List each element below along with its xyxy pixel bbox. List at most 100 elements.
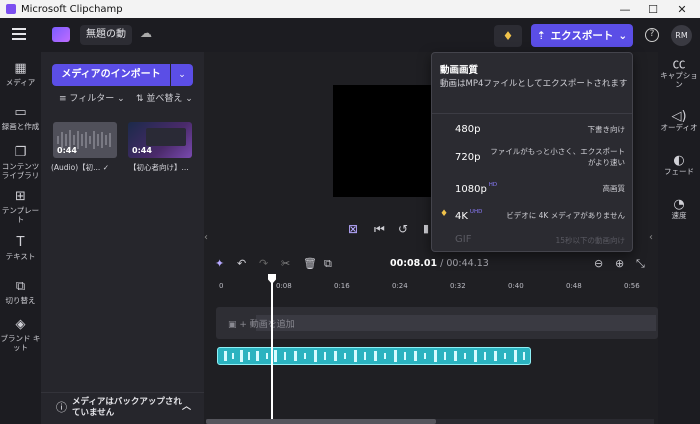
option-480p[interactable]: 480p 下書き向け xyxy=(432,118,632,142)
duration-label: 0:44 xyxy=(132,146,152,155)
rail-label: 切り替え xyxy=(5,296,36,305)
undo-icon[interactable]: ↶ xyxy=(237,257,246,270)
rail-label: 録画と作成 xyxy=(1,122,40,131)
rail-label: フェード xyxy=(664,167,694,176)
option-label: 480p xyxy=(455,124,481,135)
project-name-field[interactable]: 無題の動 xyxy=(80,25,132,45)
tick-label: 0:16 xyxy=(334,282,350,290)
backup-notice[interactable]: ⓘ メディアはバックアップされていません ︿ xyxy=(41,392,204,424)
title-bar: Microsoft Clipchamp — ☐ ✕ xyxy=(0,0,700,18)
rail-item-templates[interactable]: ⊞ テンプレート xyxy=(0,190,41,225)
split-icon[interactable]: ⧉ xyxy=(324,257,332,271)
skip-back-icon[interactable]: ⏮ xyxy=(374,222,385,237)
collapse-right-icon[interactable]: ‹ xyxy=(649,232,653,243)
close-button[interactable]: ✕ xyxy=(667,0,697,18)
rail-label: メディア xyxy=(5,78,36,87)
tick-label: 0:56 xyxy=(624,282,640,290)
rail-item-audio[interactable]: ◁) オーディオ xyxy=(658,110,700,132)
timeline-scrollbar[interactable] xyxy=(206,419,654,424)
info-icon: ⓘ xyxy=(56,401,67,414)
timeline-toolbar: ✦ ↶ ↷ ✂ 🗑 ⧉ 00:08.01 / 00:44.13 ⊖ ⊕ ⤡ xyxy=(204,252,658,276)
help-icon[interactable]: ? xyxy=(645,28,659,42)
time-ruler[interactable]: 0 0:08 0:16 0:24 0:32 0:40 0:48 0:56 xyxy=(214,282,658,296)
filter-label: フィルター xyxy=(69,94,115,104)
add-media-hint[interactable]: ▣ + 動画を追加 xyxy=(228,317,295,330)
rail-item-text[interactable]: T テキスト xyxy=(0,236,41,262)
option-desc: 下書き向け xyxy=(587,125,626,134)
option-label: 1080p HD xyxy=(455,182,497,195)
upload-icon: ⇡ xyxy=(536,29,546,42)
option-desc: 高画質 xyxy=(602,184,626,193)
rail-item-speed[interactable]: ◔ 速度 xyxy=(658,197,700,220)
rail-label: オーディオ xyxy=(660,123,698,132)
rail-item-record[interactable]: ▭ 録画と作成 xyxy=(0,106,41,132)
total-time: 00:44.13 xyxy=(446,258,489,269)
rewind-icon[interactable]: ↺ xyxy=(398,222,408,236)
chevron-down-icon: ⌄ xyxy=(185,94,193,104)
filter-icon: ≡ xyxy=(59,94,70,104)
play-icon[interactable]: ▮ xyxy=(423,222,429,235)
caption-text: (Audio)【初... xyxy=(51,163,101,172)
sort-button[interactable]: ⇅ 並べ替え ⌄ xyxy=(136,94,193,105)
media-thumbnail-audio[interactable]: 0:44 xyxy=(53,122,117,158)
option-label: 4K UHD xyxy=(455,209,482,222)
playhead[interactable] xyxy=(271,278,273,424)
media-icon: ▦ xyxy=(14,61,27,76)
rail-item-brand-kit[interactable]: ◈ ブランド キット xyxy=(0,318,41,353)
cloud-off-icon[interactable]: ☁ xyxy=(140,26,152,40)
uhd-badge: UHD xyxy=(469,209,483,215)
avatar[interactable]: RM xyxy=(671,25,692,46)
magic-icon[interactable]: ✦ xyxy=(215,257,224,270)
current-time: 00:08.01 xyxy=(390,258,438,269)
zoom-in-icon[interactable]: ⊕ xyxy=(615,257,624,270)
fit-icon[interactable]: ⤡ xyxy=(636,257,645,271)
video-track[interactable]: ▣ + 動画を追加 xyxy=(216,307,658,339)
fade-icon: ◐ xyxy=(673,153,685,168)
rail-item-fade[interactable]: ◐ フェード xyxy=(658,153,700,176)
video-preview[interactable] xyxy=(333,85,433,197)
maximize-button[interactable]: ☐ xyxy=(638,0,668,18)
option-1080p[interactable]: 1080p HD 高画質 xyxy=(432,177,632,201)
minimize-button[interactable]: — xyxy=(610,0,640,18)
rail-item-captions[interactable]: ㏄キャプション xyxy=(658,58,700,89)
rail-item-content-library[interactable]: ❐ コンテンツライブラリ xyxy=(0,145,41,181)
rail-item-transitions[interactable]: ⧉ 切り替え xyxy=(0,280,41,306)
redo-icon[interactable]: ↷ xyxy=(259,257,268,270)
scrollbar-thumb[interactable] xyxy=(206,419,436,424)
scissors-icon[interactable]: ✂ xyxy=(281,257,290,270)
option-720p[interactable]: 720p ファイルがもっと小さく、エクスポートがより速い xyxy=(432,145,632,169)
collapse-left-icon[interactable]: ‹ xyxy=(204,232,208,243)
rail-label: コンテンツライブラリ xyxy=(1,162,40,180)
export-button[interactable]: ⇡ エクスポート ⌄ xyxy=(531,24,633,47)
audio-waveform-graphic xyxy=(224,350,525,362)
magic-icon[interactable]: ⊠ xyxy=(348,222,358,236)
popup-title: 動画画質 xyxy=(440,65,479,76)
sort-label: 並べ替え xyxy=(146,94,183,104)
media-caption: 【初心者向け】... xyxy=(129,163,189,172)
menu-icon[interactable] xyxy=(12,28,26,40)
rail-item-media[interactable]: ▦ メディア xyxy=(0,61,41,88)
media-thumbnail-video[interactable]: 0:44 xyxy=(128,122,192,158)
import-dropdown-button[interactable]: ⌄ xyxy=(171,64,193,86)
resolution-text: 1080p xyxy=(455,184,487,195)
tick-label: 0:48 xyxy=(566,282,582,290)
audio-clip[interactable] xyxy=(217,347,531,365)
left-nav-rail: ▦ メディア ▭ 録画と作成 ❐ コンテンツライブラリ ⊞ テンプレート T テキスト ⧉… xyxy=(0,52,41,424)
add-icon: ▣ + xyxy=(228,320,250,330)
duration-label: 0:44 xyxy=(57,146,77,155)
export-quality-popup: 動画画質 動画はMP4ファイルとしてエクスポートされます 480p 下書き向け … xyxy=(431,52,633,252)
chevron-down-icon: ⌄ xyxy=(178,70,186,80)
library-icon: ❐ xyxy=(14,145,27,160)
filter-button[interactable]: ≡ フィルター ⌄ xyxy=(59,94,125,105)
speedometer-icon: ◔ xyxy=(673,197,685,212)
option-label: 720p xyxy=(455,152,481,163)
resolution-text: 4K xyxy=(455,211,468,222)
premium-gem-icon: ♦ xyxy=(440,209,449,219)
import-media-button[interactable]: メディアのインポート xyxy=(52,64,170,86)
premium-gem-icon[interactable]: ♦ xyxy=(494,25,522,47)
media-caption: (Audio)【初... ✓ xyxy=(51,162,109,173)
option-4k[interactable]: ♦ 4K UHD ビデオに 4K メディアがありません xyxy=(432,204,632,228)
zoom-out-icon[interactable]: ⊖ xyxy=(594,257,603,270)
option-desc: 15秒以下の動画向け xyxy=(555,236,625,245)
delete-icon[interactable]: 🗑 xyxy=(303,257,317,270)
